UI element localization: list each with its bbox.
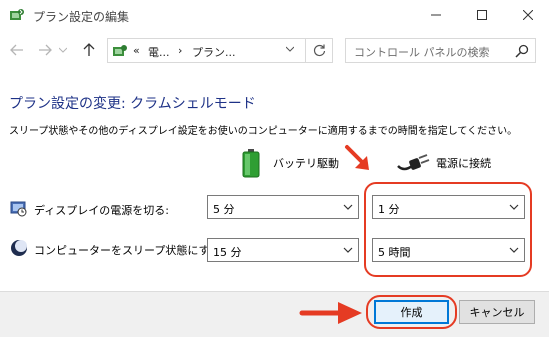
power-options-icon [10, 9, 24, 20]
column-header-battery: バッテリ駆動 [273, 157, 339, 170]
maximize-icon [477, 10, 487, 20]
close-button[interactable] [505, 0, 549, 30]
arrow-up-icon [83, 43, 95, 56]
refresh-button[interactable] [305, 39, 333, 62]
search-box[interactable]: コントロール パネルの検索 [345, 38, 536, 63]
sleep-moon-icon [11, 240, 27, 256]
navigation-bar: « 電... › プラン... コントロール パネルの検索 [0, 30, 549, 70]
back-button[interactable] [7, 39, 27, 61]
sleep-battery-select[interactable]: 15 分 [207, 238, 359, 262]
page-description: スリープ状態やその他のディスプレイ設定をお使いのコンピューターに適用するまでの時… [9, 126, 518, 137]
column-header-plugged-in: 電源に接続 [436, 157, 491, 170]
display-clock-icon [10, 201, 27, 217]
address-dropdown-button[interactable] [283, 45, 297, 57]
breadcrumb-item-plan[interactable]: プラン... [192, 44, 236, 60]
search-placeholder: コントロール パネルの検索 [354, 46, 490, 59]
arrow-left-icon [10, 44, 23, 56]
page-title: プラン設定の変更: クラムシェルモード [9, 96, 256, 112]
annotation-highlight-box [364, 182, 532, 277]
display-off-battery-value: 5 分 [213, 203, 235, 216]
display-off-label: ディスプレイの電源を切る: [34, 204, 169, 217]
search-icon [515, 44, 529, 58]
forward-button[interactable] [35, 39, 55, 61]
minimize-icon [431, 14, 441, 16]
annotation-arrow-icon [345, 145, 369, 170]
breadcrumb-separator[interactable]: › [178, 44, 182, 57]
chevron-down-icon [343, 247, 353, 253]
title-bar: プラン設定の編集 [0, 0, 549, 30]
breadcrumb-overflow[interactable]: « [133, 44, 140, 57]
minimize-button[interactable] [413, 0, 459, 30]
up-button[interactable] [79, 39, 99, 61]
plug-icon [397, 154, 430, 171]
close-icon [523, 10, 533, 20]
power-options-icon [113, 45, 127, 56]
breadcrumb-item-power-options[interactable]: 電... [148, 44, 170, 60]
refresh-icon [313, 44, 326, 57]
chevron-down-icon [59, 47, 67, 53]
create-button[interactable]: 作成 [374, 300, 449, 324]
address-bar[interactable]: « 電... › プラン... [107, 38, 333, 63]
recent-locations-button[interactable] [57, 39, 69, 61]
chevron-down-icon [343, 204, 353, 210]
annotation-arrow-icon [299, 302, 362, 324]
cancel-button[interactable]: キャンセル [459, 300, 535, 324]
battery-icon [242, 149, 260, 178]
arrow-right-icon [39, 44, 52, 56]
display-off-battery-select[interactable]: 5 分 [207, 195, 359, 219]
sleep-label: コンピューターをスリープ状態にする: [34, 244, 225, 257]
window-title: プラン設定の編集 [33, 10, 130, 24]
chevron-down-icon [285, 46, 295, 52]
sleep-battery-value: 15 分 [213, 246, 242, 259]
maximize-button[interactable] [459, 0, 505, 30]
